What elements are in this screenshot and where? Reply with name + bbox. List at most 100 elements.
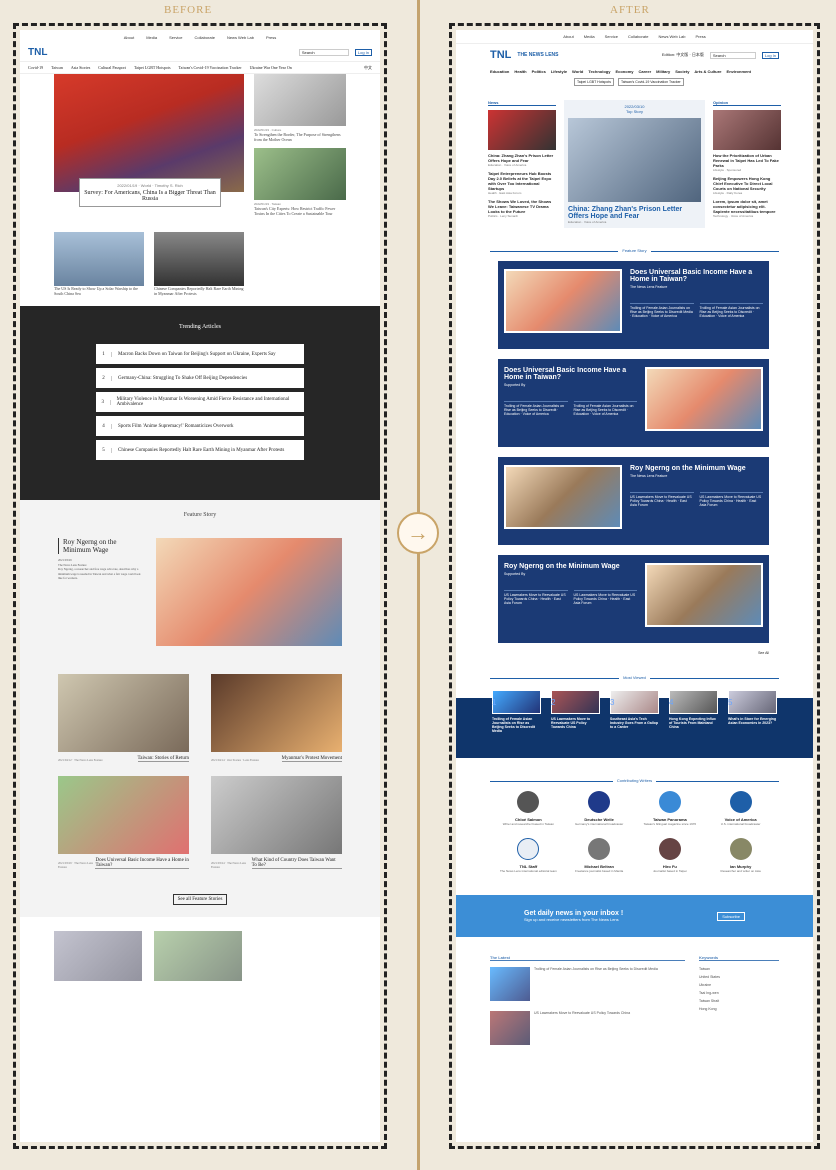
feature-sub-article[interactable]: US Lawmakers Move to Reevaluate US Polic… — [630, 492, 694, 507]
most-viewed-item[interactable]: 1 Trolling of Female Asian Journalists on… — [492, 690, 541, 758]
news-image[interactable] — [488, 110, 556, 150]
keyword-link[interactable]: United States — [699, 975, 779, 979]
feature-block[interactable]: Roy Ngerng on the Minimum Wage Supported … — [498, 555, 769, 643]
search-input[interactable]: Search — [298, 49, 349, 56]
topic-pill[interactable]: Taiwan's Covid-19 Vaccination Tracker — [617, 78, 684, 86]
nav-item[interactable]: Economy — [615, 69, 633, 74]
writer-card[interactable]: Chloé Salmon Writer and researcher based … — [498, 791, 559, 826]
nav-item[interactable]: Politics — [532, 69, 546, 74]
opinion-title[interactable]: Lorem, ipsum dolor sit, amet consectetur… — [713, 199, 781, 214]
feature-title[interactable]: Does Universal Basic Income Have a Home … — [95, 858, 189, 869]
most-viewed-title[interactable]: Southeast Asia's Tech Industry Goes From… — [610, 717, 659, 729]
top-link[interactable]: Collaborate — [628, 34, 648, 39]
nav-item[interactable]: Military — [656, 69, 670, 74]
news-title[interactable]: The Shows We Loved, the Shows We Leave: … — [488, 199, 556, 214]
feature-title[interactable]: What Kind of Country Does Taiwan Want To… — [251, 858, 342, 869]
nav-item[interactable]: Society — [675, 69, 689, 74]
feature-card[interactable]: 2021/03/24 · The News Lens Feature What K… — [211, 776, 342, 869]
nav-item[interactable]: Arts & Culture — [694, 69, 721, 74]
feature-sub-article[interactable]: Trolling of Female Asian Journalists on … — [699, 303, 763, 318]
trending-item[interactable]: 1 Macron Backs Down on Taiwan for Beijing… — [96, 344, 304, 364]
feature-sub-article[interactable]: Trolling of Female Asian Journalists on … — [630, 303, 694, 318]
most-viewed-title[interactable]: Trolling of Female Asian Journalists on … — [492, 717, 541, 733]
site-logo[interactable]: TNL — [28, 47, 47, 58]
nav-item[interactable]: Career — [638, 69, 651, 74]
nav-item[interactable]: Technology — [588, 69, 610, 74]
feature-block[interactable]: Does Universal Basic Income Have a Home … — [498, 359, 769, 447]
nav-item[interactable]: Taipei LGBT Hotspots — [134, 65, 171, 70]
writer-card[interactable]: Taiwan Panorama Taiwan's bilingual magazi… — [640, 791, 701, 826]
topic-pill[interactable]: Taipei LGBT Hotspots — [574, 78, 614, 86]
keyword-link[interactable]: Ukraine — [699, 983, 779, 987]
writer-card[interactable]: Voice of America U.S. international broad… — [710, 791, 771, 826]
nav-item[interactable]: Taiwan — [51, 65, 63, 70]
top-link[interactable]: Press — [266, 35, 276, 40]
feature-block[interactable]: Roy Ngerng on the Minimum Wage The News L… — [498, 457, 769, 545]
nav-item[interactable]: Education — [490, 69, 509, 74]
feature-sub-article[interactable]: Trolling of Female Asian Journalists on … — [504, 401, 568, 416]
opinion-image[interactable] — [713, 110, 781, 150]
opinion-title[interactable]: How the Prioritization of Urban Renewal … — [713, 153, 781, 168]
keyword-link[interactable]: Hong Kong — [699, 1007, 779, 1011]
top-link[interactable]: News Web Lab — [227, 35, 254, 40]
feature-block[interactable]: Does Universal Basic Income Have a Home … — [498, 261, 769, 349]
feature-card[interactable]: 2021/04/14 · Our Stories · Lens Feature M… — [211, 674, 342, 762]
side-card[interactable]: 2022/01/19 · Culture To Strengthen the Bo… — [254, 74, 346, 142]
top-link[interactable]: Press — [696, 34, 706, 39]
trending-text[interactable]: Germany-China: Struggling To Shake Off B… — [112, 374, 253, 383]
article-title[interactable]: The US Is Ready to Show Up a Solar Warsh… — [54, 286, 144, 296]
nav-item[interactable]: 中文 — [364, 65, 372, 71]
most-viewed-title[interactable]: Hong Kong Expecting Influx of Tourists F… — [669, 717, 718, 729]
top-story-title[interactable]: China: Zhang Zhan's Prison Letter Offers… — [568, 206, 701, 220]
feature-card[interactable]: 2021/03/29 · The News Lens Feature Does U… — [58, 776, 189, 869]
side-title[interactable]: Taiwan's City Experts: How Restrict Traf… — [254, 206, 346, 216]
top-link[interactable]: News Web Lab — [658, 34, 685, 39]
most-viewed-title[interactable]: What's in Store for Emerging Asian Econo… — [728, 717, 777, 725]
latest-item[interactable]: Trolling of Female Asian Journalists on … — [490, 967, 685, 1001]
hero-article[interactable]: 2022/01/19 · World · Timothy S. Rich Sur… — [54, 74, 244, 222]
latest-title[interactable]: US Lawmakers Move to Reevaluate US Polic… — [534, 1011, 630, 1045]
most-viewed-item[interactable]: 4 Hong Kong Expecting Influx of Tourists … — [669, 690, 718, 758]
keyword-link[interactable]: Tsai Ing-wen — [699, 991, 779, 995]
feature-lead-title[interactable]: Roy Ngerng on the Minimum Wage — [58, 538, 144, 554]
article-card[interactable]: The US Is Ready to Show Up a Solar Warsh… — [54, 232, 144, 296]
feature-title[interactable]: Myanmar's Protest Movement — [281, 756, 342, 762]
side-title[interactable]: To Strengthen the Border, The Purpose of… — [254, 132, 346, 142]
writer-card[interactable]: TNL Staff The News Lens international edi… — [498, 838, 559, 873]
opinion-title[interactable]: Beijing Empowers Hong Kong Chief Executi… — [713, 176, 781, 191]
latest-title[interactable]: Trolling of Female Asian Journalists on … — [534, 967, 658, 1001]
edition-switch[interactable]: Edition: 中文版 · 日本版 — [662, 52, 704, 58]
most-viewed-item[interactable]: 2 US Lawmakers Move to Reevaluate US Poli… — [551, 690, 600, 758]
trending-text[interactable]: Sports Film 'Anime Supremacy!' Romantici… — [112, 422, 240, 431]
trending-text[interactable]: Military Violence in Myanmar Is Worsenin… — [111, 395, 304, 409]
feature-title[interactable]: Roy Ngerng on the Minimum Wage — [504, 563, 637, 570]
top-link[interactable]: Collaborate — [194, 35, 214, 40]
top-link[interactable]: Service — [169, 35, 182, 40]
article-title[interactable]: Chinese Companies Reportedly Halt Rare E… — [154, 286, 244, 296]
trending-item[interactable]: 2 Germany-China: Struggling To Shake Off … — [96, 368, 304, 388]
trending-text[interactable]: Chinese Companies Reportedly Halt Rare E… — [112, 446, 290, 455]
nav-item[interactable]: Asia Stories — [71, 65, 90, 70]
top-link[interactable]: Media — [146, 35, 157, 40]
most-viewed-item[interactable]: 5 What's in Store for Emerging Asian Econ… — [728, 690, 777, 758]
trending-text[interactable]: Macron Backs Down on Taiwan for Beijing'… — [112, 350, 282, 359]
keyword-link[interactable]: Taiwan — [699, 967, 779, 971]
feature-card[interactable]: 2021/04/12 · The News Lens Feature Taiwan… — [58, 674, 189, 762]
nav-item[interactable]: Lifestyle — [551, 69, 567, 74]
feature-title[interactable]: Roy Ngerng on the Minimum Wage — [630, 465, 763, 472]
nav-item[interactable]: World — [572, 69, 583, 74]
writer-card[interactable]: Ian Murphy Researcher and writer on Asia — [710, 838, 771, 873]
feature-title[interactable]: Does Universal Basic Income Have a Home … — [630, 269, 763, 283]
hero-title[interactable]: Survey: For Americans, China Is a Bigger… — [84, 190, 216, 202]
news-title[interactable]: China: Zhang Zhan's Prison Letter Offers… — [488, 153, 556, 163]
trending-item[interactable]: 3 Military Violence in Myanmar Is Worseni… — [96, 392, 304, 412]
nav-item[interactable]: Health — [514, 69, 526, 74]
nav-item[interactable]: Taiwan's Covid-19 Vaccination Tracker — [179, 65, 242, 70]
site-logo[interactable]: TNL — [490, 49, 511, 61]
nav-item[interactable]: Environment — [727, 69, 751, 74]
feature-sub-article[interactable]: US Lawmakers Move to Reevaluate US Polic… — [573, 590, 637, 605]
see-all-link[interactable]: See All — [456, 651, 813, 655]
see-all-features-button[interactable]: See all Feature Stories — [172, 894, 228, 905]
nav-item[interactable]: Covid-19 — [28, 65, 43, 70]
trending-item[interactable]: 4 Sports Film 'Anime Supremacy!' Romantic… — [96, 416, 304, 436]
